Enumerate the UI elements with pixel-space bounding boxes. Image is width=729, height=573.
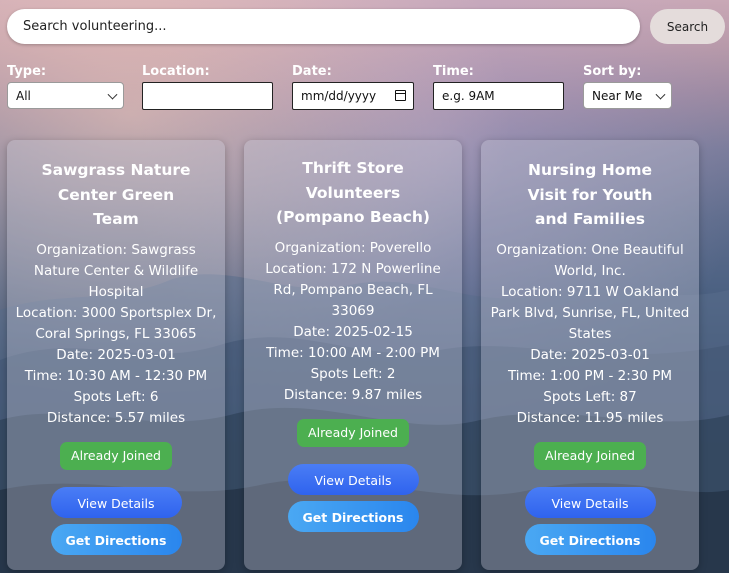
card-title: Nursing Home Visit for Youth and Familie… bbox=[527, 161, 653, 228]
type-selected-value: All bbox=[16, 88, 31, 103]
card-details: Organization: Poverello Location: 172 N … bbox=[252, 238, 454, 406]
card-distance: Distance: 5.57 miles bbox=[46, 409, 186, 426]
sort-label: Sort by: bbox=[583, 64, 642, 79]
card-date: Date: 2025-02-15 bbox=[293, 323, 413, 340]
card-spots: Spots Left: 87 bbox=[543, 388, 637, 405]
time-label: Time: bbox=[433, 64, 474, 79]
card-details: Organization: One Beautiful World, Inc. … bbox=[489, 240, 691, 429]
location-input[interactable] bbox=[142, 82, 273, 110]
card-distance: Distance: 9.87 miles bbox=[283, 386, 423, 403]
card-organization: Organization: Sawgrass Nature Center & W… bbox=[33, 241, 199, 300]
time-placeholder: e.g. 9AM bbox=[442, 89, 495, 103]
already-joined-badge: Already Joined bbox=[60, 441, 172, 470]
card-organization: Organization: Poverello bbox=[274, 239, 432, 256]
type-label: Type: bbox=[7, 64, 47, 79]
opportunity-card: Nursing Home Visit for Youth and Familie… bbox=[481, 140, 699, 570]
card-time: Time: 10:00 AM - 2:00 PM bbox=[266, 344, 440, 361]
search-input[interactable] bbox=[21, 18, 626, 35]
search-bar bbox=[7, 9, 640, 44]
opportunity-card: Thrift Store Volunteers (Pompano Beach) … bbox=[244, 140, 462, 570]
time-input[interactable]: e.g. 9AM bbox=[433, 82, 564, 110]
sort-filter: Sort by: Near Me bbox=[583, 64, 672, 109]
get-directions-button[interactable]: Get Directions bbox=[50, 523, 182, 555]
date-input[interactable]: mm/dd/yyyy bbox=[292, 82, 414, 110]
search-button[interactable]: Search bbox=[650, 9, 725, 44]
get-directions-button[interactable]: Get Directions bbox=[287, 500, 419, 532]
already-joined-badge: Already Joined bbox=[534, 441, 646, 470]
sort-selected-value: Near Me bbox=[592, 88, 643, 103]
card-location: Location: 9711 W Oakland Park Blvd, Sunr… bbox=[490, 283, 690, 342]
card-time: Time: 10:30 AM - 12:30 PM bbox=[24, 367, 208, 384]
calendar-icon[interactable] bbox=[395, 90, 406, 101]
card-title: Sawgrass Nature Center Green Team bbox=[41, 161, 191, 228]
sort-select[interactable]: Near Me bbox=[583, 82, 672, 109]
date-label: Date: bbox=[292, 64, 332, 79]
view-details-button[interactable]: View Details bbox=[50, 486, 182, 518]
date-filter: Date: mm/dd/yyyy bbox=[292, 64, 414, 110]
card-organization: Organization: One Beautiful World, Inc. bbox=[496, 241, 684, 279]
type-select[interactable]: All bbox=[7, 82, 124, 109]
card-distance: Distance: 11.95 miles bbox=[516, 409, 664, 426]
card-spots: Spots Left: 2 bbox=[310, 365, 396, 382]
card-date: Date: 2025-03-01 bbox=[56, 346, 176, 363]
chevron-down-icon bbox=[107, 89, 118, 100]
card-details: Organization: Sawgrass Nature Center & W… bbox=[15, 240, 217, 429]
date-placeholder: mm/dd/yyyy bbox=[301, 89, 377, 103]
time-filter: Time: e.g. 9AM bbox=[433, 64, 564, 110]
location-label: Location: bbox=[142, 64, 210, 79]
card-location: Location: 3000 Sportsplex Dr, Coral Spri… bbox=[15, 304, 217, 342]
view-details-button[interactable]: View Details bbox=[287, 463, 419, 495]
type-filter: Type: All bbox=[7, 64, 124, 109]
view-details-button[interactable]: View Details bbox=[524, 486, 656, 518]
card-location: Location: 172 N Powerline Rd, Pompano Be… bbox=[265, 260, 441, 319]
opportunity-card: Sawgrass Nature Center Green Team Organi… bbox=[7, 140, 225, 570]
card-spots: Spots Left: 6 bbox=[73, 388, 159, 405]
location-filter: Location: bbox=[142, 64, 273, 110]
already-joined-badge: Already Joined bbox=[297, 418, 409, 447]
get-directions-button[interactable]: Get Directions bbox=[524, 523, 656, 555]
card-date: Date: 2025-03-01 bbox=[530, 346, 650, 363]
card-title: Thrift Store Volunteers (Pompano Beach) bbox=[276, 159, 430, 226]
card-time: Time: 1:00 PM - 2:30 PM bbox=[507, 367, 673, 384]
chevron-down-icon bbox=[655, 89, 666, 100]
